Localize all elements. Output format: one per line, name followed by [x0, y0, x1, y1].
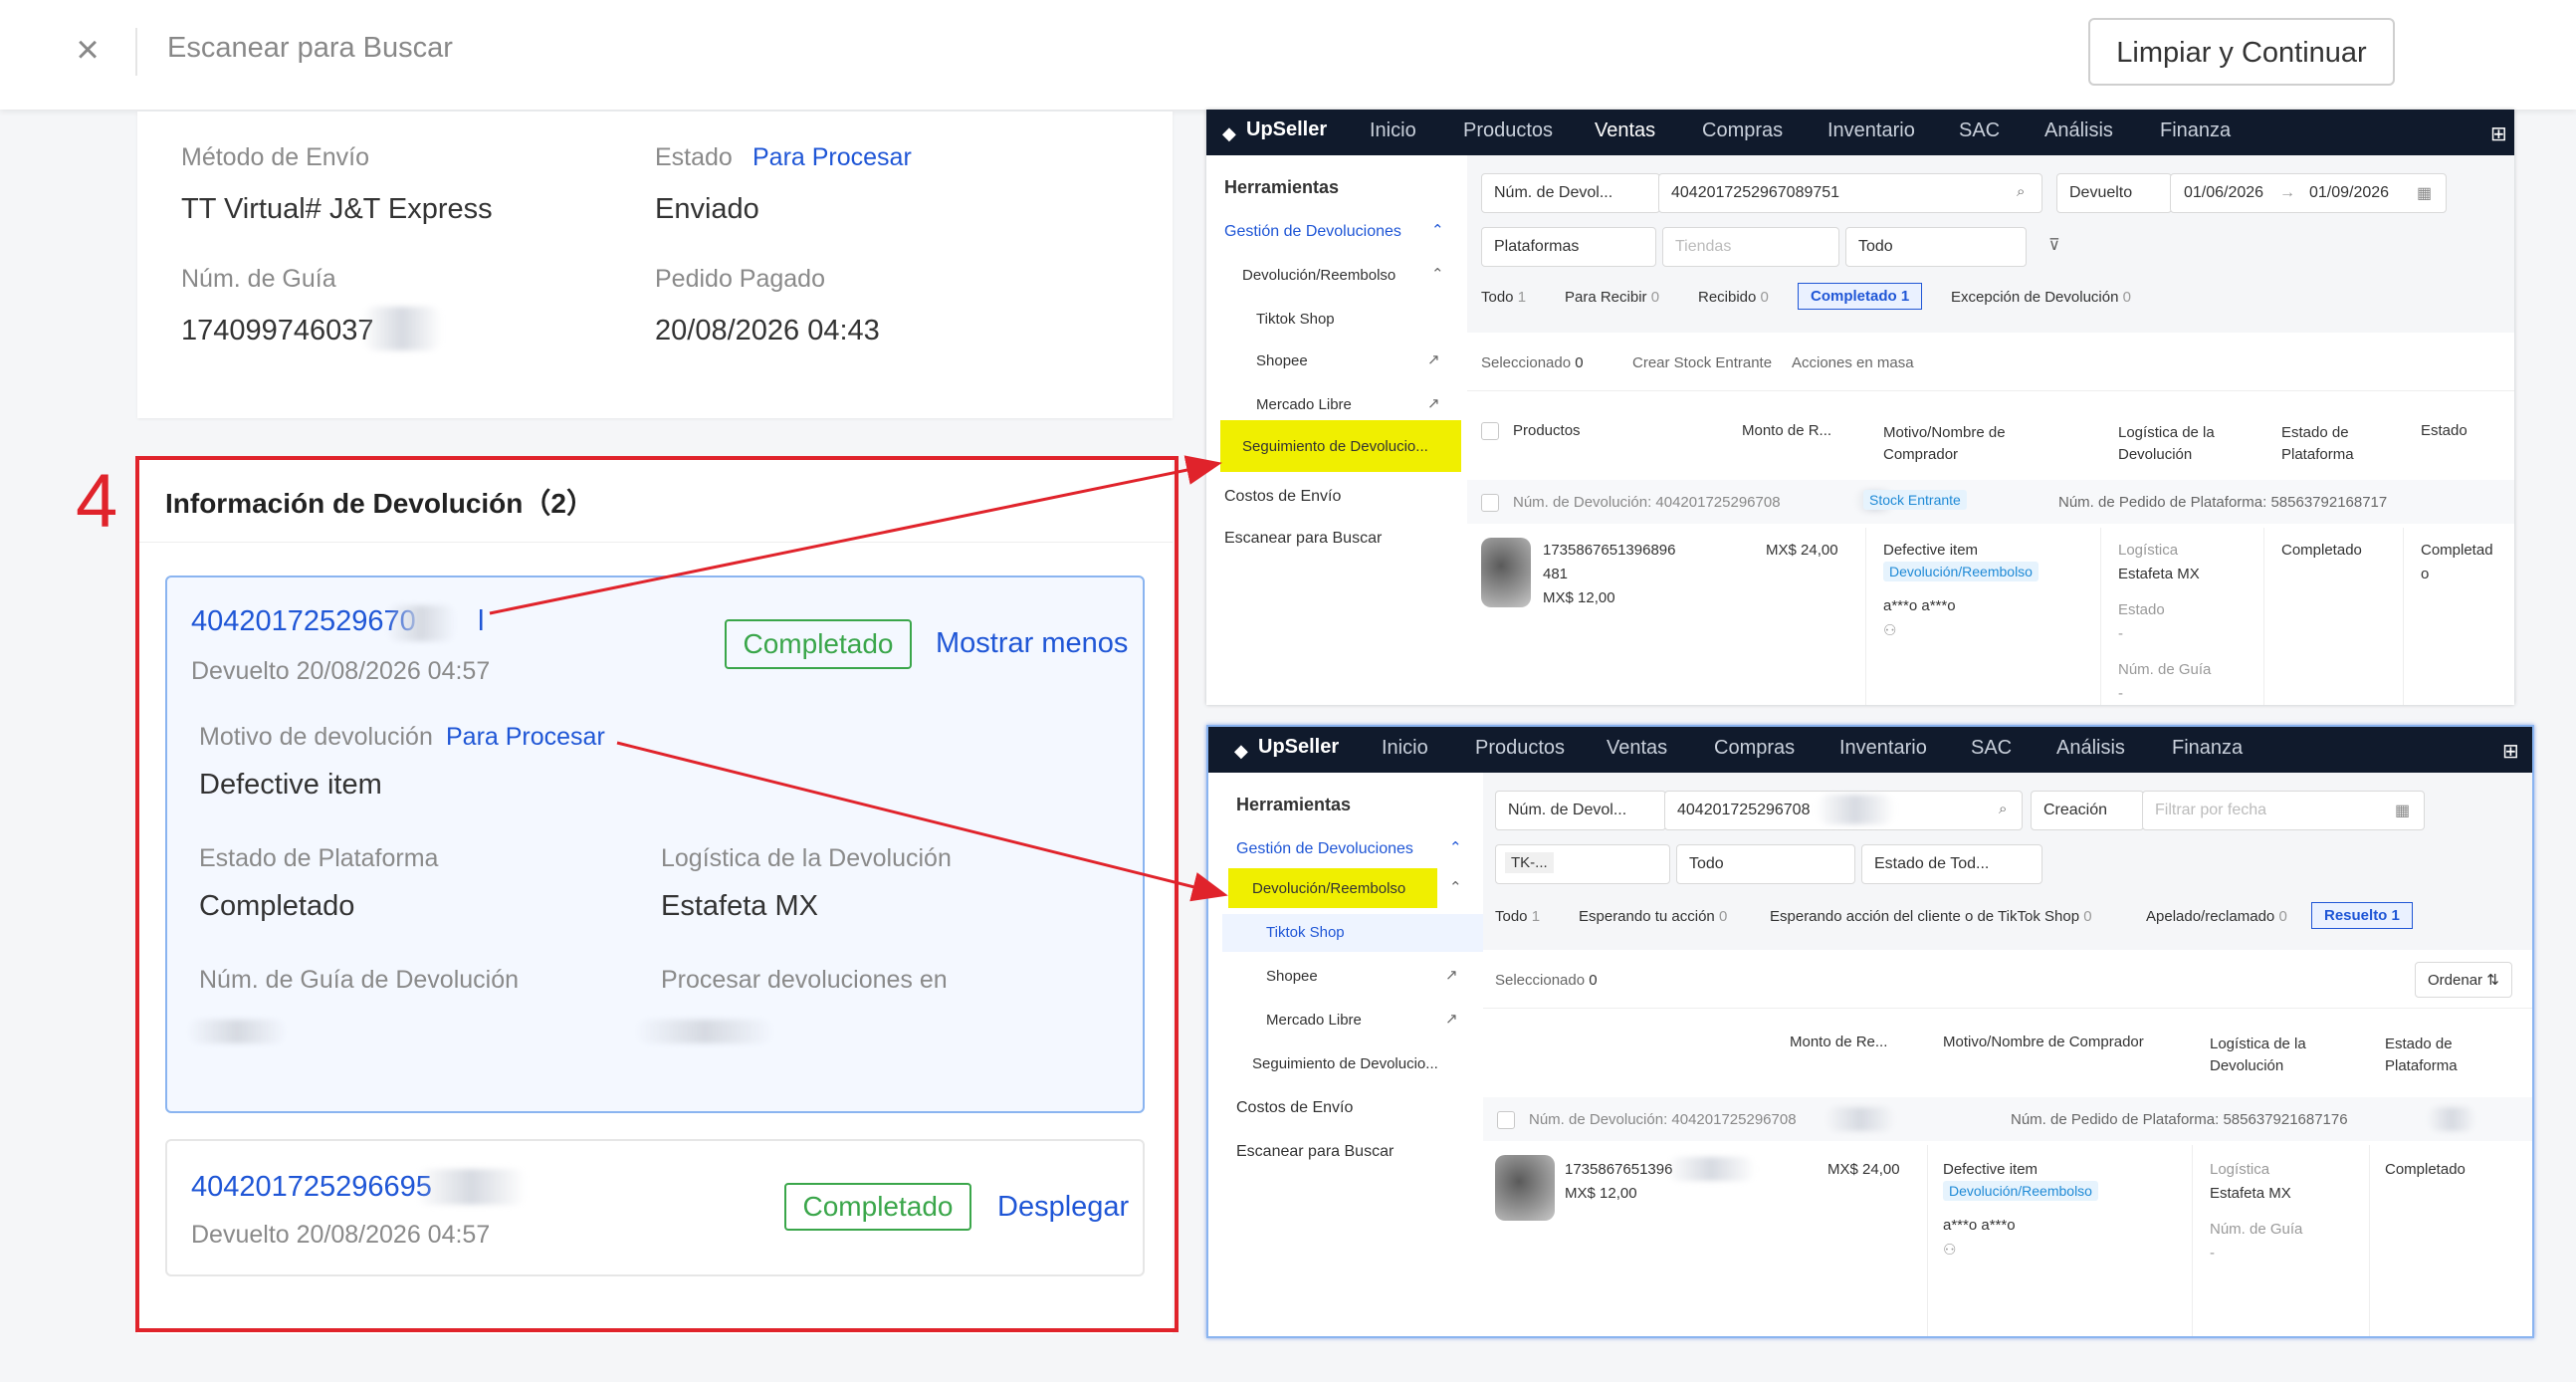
arrow-to-tracking	[489, 455, 1222, 615]
annotation-arrows	[489, 455, 1228, 902]
arrow-to-return-refund	[616, 741, 1228, 902]
